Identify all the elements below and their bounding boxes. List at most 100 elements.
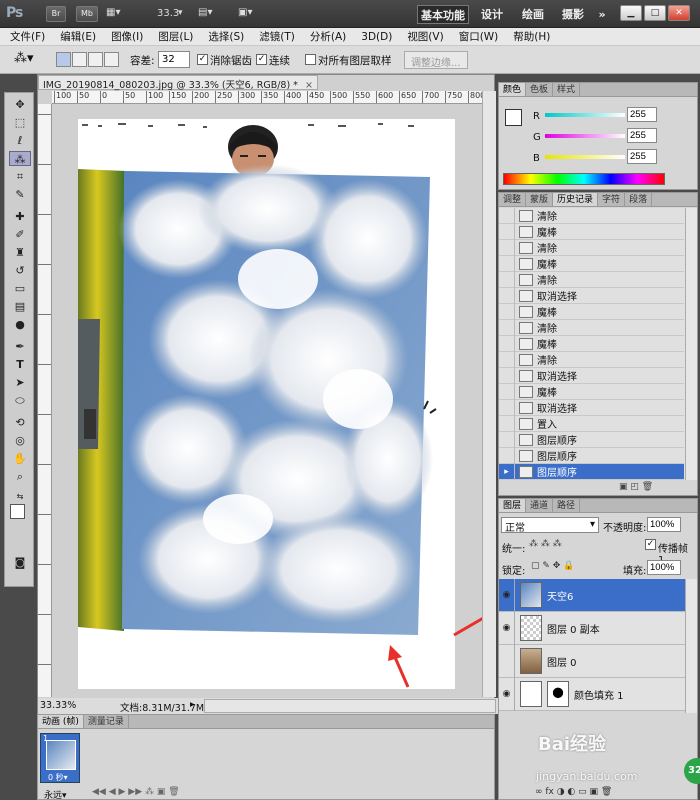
3d-orbit-tool-icon[interactable]: ◎ (9, 433, 31, 448)
foreground-color-swatch[interactable] (10, 504, 25, 519)
history-snapshot-slot[interactable] (499, 335, 515, 352)
zoom-tool-icon[interactable]: ⌕ (9, 469, 31, 484)
tab-styles[interactable]: 样式 (553, 83, 581, 96)
tab-channels[interactable]: 通道 (526, 499, 554, 512)
tab-swatches[interactable]: 色板 (526, 83, 554, 96)
menu-image[interactable]: 图像(I) (111, 29, 143, 44)
tab-character[interactable]: 字符 (598, 193, 626, 206)
history-item[interactable]: 清除 (499, 319, 684, 336)
workspace-photography[interactable]: 摄影 (556, 5, 590, 24)
history-item[interactable]: 魔棒 (499, 335, 684, 352)
history-brush-tool-icon[interactable]: ↺ (9, 263, 31, 278)
history-item[interactable]: ▸ 图层顺序 (499, 463, 684, 480)
color-fg-swatch[interactable] (505, 109, 522, 126)
screen-mode-icon[interactable]: ▣▾ (238, 7, 252, 18)
bridge-button[interactable]: Br (46, 6, 66, 22)
new-selection-icon[interactable] (56, 52, 71, 67)
menu-select[interactable]: 选择(S) (208, 29, 244, 44)
history-scrollbar[interactable] (685, 208, 697, 480)
tolerance-input[interactable] (158, 51, 190, 68)
history-item[interactable]: 魔棒 (499, 303, 684, 320)
playback-controls[interactable]: ◀◀ ◀ ▶ ▶▶ ⁂ ▣ 🗑 (92, 787, 180, 797)
gradient-tool-icon[interactable]: ▤ (9, 299, 31, 314)
3d-rotate-tool-icon[interactable]: ⟲ (9, 415, 31, 430)
layer-row[interactable]: ◉ 颜色填充 1 (499, 677, 685, 711)
maximize-icon[interactable]: □ (644, 5, 666, 21)
vertical-scrollbar[interactable] (482, 91, 496, 697)
layers-footer-icons[interactable]: ∞ fx ◑ ◐ ▭ ▣ 🗑 (535, 787, 612, 797)
layer-row[interactable]: 图层 0 (499, 644, 685, 678)
workspace-essentials[interactable]: 基本功能 (417, 5, 469, 24)
close-icon[interactable]: ✕ (668, 5, 690, 21)
tab-measurement-log[interactable]: 测量记录 (84, 715, 129, 728)
history-snapshot-slot[interactable] (499, 255, 515, 272)
crop-tool-icon[interactable]: ⌗ (9, 169, 31, 184)
menu-3d[interactable]: 3D(D) (361, 31, 392, 43)
document-close-icon[interactable]: × (305, 80, 313, 91)
menu-help[interactable]: 帮助(H) (513, 29, 550, 44)
animation-frame[interactable]: 1 0 秒▾ (40, 733, 80, 783)
arrange-documents-icon[interactable]: ▤▾ (198, 7, 212, 18)
menu-file[interactable]: 文件(F) (10, 29, 45, 44)
menu-window[interactable]: 窗口(W) (459, 29, 499, 44)
hand-tool-icon[interactable]: ✋ (9, 451, 31, 466)
tab-history[interactable]: 历史记录 (553, 193, 599, 206)
minimize-icon[interactable]: ▁ (620, 5, 642, 21)
layers-scrollbar[interactable] (685, 579, 697, 713)
tab-adjustments[interactable]: 调整 (499, 193, 527, 206)
layer-row[interactable]: ◉ 天空6 (499, 579, 685, 612)
workspace-design[interactable]: 设计 (476, 5, 508, 24)
history-item[interactable]: 置入 (499, 415, 684, 432)
menu-edit[interactable]: 编辑(E) (60, 29, 96, 44)
eyedropper-tool-icon[interactable]: ✎ (9, 187, 31, 202)
history-item[interactable]: 清除 (499, 208, 684, 224)
history-snapshot-slot[interactable] (499, 431, 515, 448)
channel-r-slider[interactable] (545, 113, 625, 117)
history-snapshot-slot[interactable] (499, 319, 515, 336)
shape-tool-icon[interactable]: ⬭ (9, 393, 31, 408)
marquee-tool-icon[interactable]: ⬚ (9, 115, 31, 130)
type-tool-icon[interactable]: T (9, 357, 31, 372)
sample-all-layers-checkbox[interactable] (305, 54, 316, 65)
status-menu-icon[interactable]: ▸ (190, 699, 195, 710)
clone-stamp-tool-icon[interactable]: ♜ (9, 245, 31, 260)
frame-delay[interactable]: 0 秒▾ (48, 772, 68, 783)
history-snapshot-slot[interactable] (499, 287, 515, 304)
menu-filter[interactable]: 滤镜(T) (259, 29, 295, 44)
eye-icon[interactable]: ◉ (499, 611, 515, 645)
opacity-input[interactable] (647, 517, 681, 532)
history-snapshot-slot[interactable] (499, 399, 515, 416)
history-item[interactable]: 清除 (499, 271, 684, 288)
zoom-dropdown-icon[interactable]: ▾ (178, 8, 183, 18)
history-snapshot-slot[interactable] (499, 351, 515, 368)
brush-tool-icon[interactable]: ✐ (9, 227, 31, 242)
channel-g-input[interactable] (627, 128, 657, 143)
history-snapshot-slot[interactable] (499, 208, 515, 224)
eye-icon[interactable]: ◉ (499, 677, 515, 711)
layer-row[interactable]: ◉ 图层 0 副本 (499, 611, 685, 645)
subtract-from-selection-icon[interactable] (88, 52, 103, 67)
healing-brush-tool-icon[interactable]: ✚ (9, 209, 31, 224)
history-snapshot-slot[interactable] (499, 367, 515, 384)
history-item[interactable]: 魔棒 (499, 255, 684, 272)
magic-wand-tool-icon[interactable]: ⁂ (9, 151, 31, 166)
history-item[interactable]: 取消选择 (499, 399, 684, 416)
tab-animation-frames[interactable]: 动画 (帧) (38, 715, 84, 728)
history-item[interactable]: 取消选择 (499, 367, 684, 384)
blend-mode-select[interactable]: 正常 ▾ (501, 517, 599, 534)
loop-select[interactable]: 永远▾ (44, 788, 67, 800)
mini-bridge-button[interactable]: Mb (76, 6, 98, 22)
channel-b-slider[interactable] (545, 155, 625, 159)
more-workspaces-icon[interactable]: » (594, 5, 610, 24)
tab-paths[interactable]: 路径 (553, 499, 581, 512)
add-to-selection-icon[interactable] (72, 52, 87, 67)
history-snapshot-slot[interactable] (499, 271, 515, 288)
menu-view[interactable]: 视图(V) (407, 29, 443, 44)
history-item[interactable]: 取消选择 (499, 287, 684, 304)
tab-layers[interactable]: 图层 (499, 499, 527, 512)
lasso-tool-icon[interactable]: ℓ (9, 133, 31, 148)
lock-icons[interactable]: ▢ ✎ ✥ 🔒 (531, 561, 574, 571)
history-item[interactable]: 清除 (499, 239, 684, 256)
zoom-level[interactable]: 33.3 (157, 8, 179, 19)
eraser-tool-icon[interactable]: ▭ (9, 281, 31, 296)
